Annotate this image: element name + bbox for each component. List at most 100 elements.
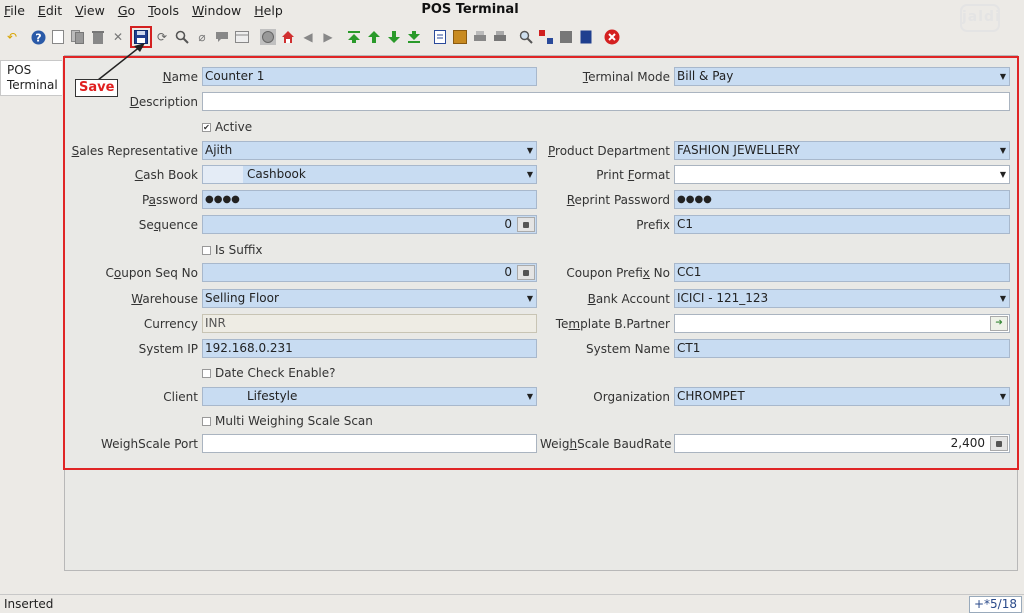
toolbar: ↶ ? ✕ ⟳ ⌀ ◀ ▶ [0, 22, 1024, 52]
weighscale-port-field[interactable] [202, 434, 537, 453]
reprint-password-field[interactable]: ●●●● [674, 190, 1010, 209]
tab-pos-terminal[interactable]: POS Terminal [0, 60, 62, 96]
organization-value: CHROMPET [677, 389, 745, 403]
bank-account-select[interactable]: ICICI - 121_123 ▼ [674, 289, 1010, 308]
workflow-icon[interactable] [538, 29, 554, 45]
record-count[interactable]: +*5/18 [968, 596, 1022, 613]
coupon-seq-field[interactable]: 0 [202, 263, 537, 282]
weighscale-baudrate-field[interactable]: 2,400 [674, 434, 1010, 453]
coupon-seq-label: Coupon Seq No [105, 266, 198, 280]
print-preview-icon[interactable] [472, 29, 488, 45]
date-check-checkbox[interactable]: Date Check Enable? [202, 366, 335, 380]
search-partner-icon[interactable]: ➜ [990, 316, 1008, 331]
name-field[interactable]: Counter 1 [202, 67, 537, 86]
calculator-icon[interactable] [517, 265, 535, 280]
help-icon[interactable]: ? [30, 29, 46, 45]
first-record-icon[interactable] [346, 29, 362, 45]
chevron-down-icon[interactable]: ▼ [524, 290, 536, 307]
next-record-icon[interactable] [386, 29, 402, 45]
is-suffix-label: Is Suffix [215, 243, 263, 257]
refresh-icon[interactable]: ⟳ [154, 29, 170, 45]
weighscale-port-label: WeighScale Port [101, 437, 198, 451]
password-field[interactable]: ●●●● [202, 190, 537, 209]
password-label: Password [141, 193, 198, 207]
home-icon[interactable] [280, 29, 296, 45]
requests-icon[interactable] [578, 29, 594, 45]
archive-icon[interactable] [452, 29, 468, 45]
chevron-down-icon[interactable]: ▼ [997, 142, 1009, 159]
menu-window[interactable]: Window [192, 3, 241, 18]
menu-go[interactable]: Go [118, 3, 135, 18]
menu-bar: File Edit View Go Tools Window Help [0, 0, 1024, 20]
report-icon[interactable] [432, 29, 448, 45]
chevron-down-icon[interactable]: ▼ [524, 142, 536, 159]
chevron-down-icon[interactable]: ▼ [997, 166, 1009, 183]
cash-book-value: Cashbook [247, 167, 306, 181]
sequence-value: 0 [504, 217, 512, 231]
chevron-down-icon[interactable]: ▼ [997, 290, 1009, 307]
history-icon[interactable] [260, 29, 276, 45]
attachment-icon[interactable]: ⌀ [194, 29, 210, 45]
sales-rep-value: Ajith [205, 143, 233, 157]
print-format-select[interactable]: ▼ [674, 165, 1010, 184]
product-info-icon[interactable] [558, 29, 574, 45]
warehouse-value: Selling Floor [205, 291, 279, 305]
warehouse-select[interactable]: Selling Floor ▼ [202, 289, 537, 308]
menu-edit[interactable]: Edit [38, 3, 62, 18]
sequence-field[interactable]: 0 [202, 215, 537, 234]
chevron-down-icon[interactable]: ▼ [524, 166, 536, 183]
svg-text:?: ? [35, 31, 41, 44]
delete-selection-icon[interactable]: ✕ [110, 29, 126, 45]
active-checkbox[interactable]: ✔ Active [202, 120, 252, 134]
terminal-mode-select[interactable]: Bill & Pay ▼ [674, 67, 1010, 86]
chevron-down-icon[interactable]: ▼ [524, 388, 536, 405]
warehouse-label: Warehouse [131, 292, 198, 306]
calculator-icon[interactable] [990, 436, 1008, 451]
exit-icon[interactable] [604, 29, 620, 45]
chevron-down-icon[interactable]: ▼ [997, 68, 1009, 85]
cash-book-label: Cash Book [134, 168, 198, 182]
parent-record-icon[interactable]: ◀ [300, 29, 316, 45]
sales-rep-select[interactable]: Ajith ▼ [202, 141, 537, 160]
reprint-password-label: Reprint Password [566, 193, 670, 207]
previous-record-icon[interactable] [366, 29, 382, 45]
grid-toggle-icon[interactable] [234, 29, 250, 45]
sales-rep-label: Sales Representative [71, 144, 198, 158]
product-department-label: Product Department [548, 144, 670, 158]
bank-account-value: ICICI - 121_123 [677, 291, 769, 305]
menu-file[interactable]: File [4, 3, 25, 18]
description-field[interactable] [202, 92, 1010, 111]
chat-icon[interactable] [214, 29, 230, 45]
delete-icon[interactable] [90, 29, 106, 45]
organization-label: Organization [593, 390, 670, 404]
menu-help[interactable]: Help [254, 3, 283, 18]
chevron-down-icon[interactable]: ▼ [997, 388, 1009, 405]
client-select[interactable]: Lifestyle ▼ [202, 387, 537, 406]
prefix-field[interactable]: C1 [674, 215, 1010, 234]
cash-book-select[interactable]: Cashbook ▼ [202, 165, 537, 184]
coupon-prefix-field[interactable]: CC1 [674, 263, 1010, 282]
find-icon[interactable] [174, 29, 190, 45]
client-label: Client [163, 390, 198, 404]
coupon-seq-value: 0 [504, 265, 512, 279]
status-message: Inserted [4, 597, 54, 611]
menu-view[interactable]: View [75, 3, 105, 18]
multi-weighing-checkbox[interactable]: Multi Weighing Scale Scan [202, 414, 373, 428]
sequence-label: Sequence [138, 218, 198, 232]
undo-icon[interactable]: ↶ [4, 29, 20, 45]
calculator-icon[interactable] [517, 217, 535, 232]
template-bpartner-field[interactable]: ➜ [674, 314, 1010, 333]
new-record-icon[interactable] [50, 29, 66, 45]
last-record-icon[interactable] [406, 29, 422, 45]
product-department-select[interactable]: FASHION JEWELLERY ▼ [674, 141, 1010, 160]
zoom-across-icon[interactable] [518, 29, 534, 45]
save-icon[interactable] [130, 26, 152, 48]
system-name-field[interactable]: CT1 [674, 339, 1010, 358]
copy-record-icon[interactable] [70, 29, 86, 45]
print-icon[interactable] [492, 29, 508, 45]
system-ip-field[interactable]: 192.168.0.231 [202, 339, 537, 358]
detail-record-icon[interactable]: ▶ [320, 29, 336, 45]
is-suffix-checkbox[interactable]: Is Suffix [202, 243, 263, 257]
organization-select[interactable]: CHROMPET ▼ [674, 387, 1010, 406]
menu-tools[interactable]: Tools [148, 3, 179, 18]
